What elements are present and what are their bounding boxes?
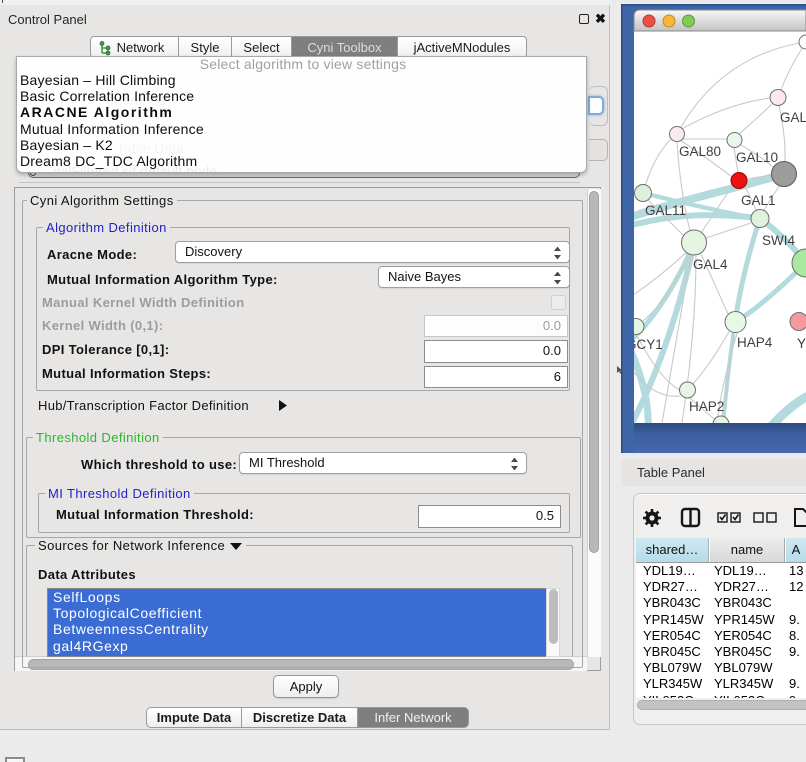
- svg-text:SWI4: SWI4: [762, 233, 795, 248]
- svg-text:GAL: GAL: [780, 110, 806, 125]
- svg-text:GAL1: GAL1: [741, 193, 776, 208]
- svg-text:GAL11: GAL11: [645, 203, 686, 218]
- svg-text:HAP4: HAP4: [737, 335, 773, 350]
- svg-text:HAP2: HAP2: [689, 399, 724, 414]
- svg-text:GAL4: GAL4: [693, 257, 728, 272]
- svg-text:GAL80: GAL80: [679, 144, 721, 159]
- svg-text:GAL10: GAL10: [736, 150, 778, 165]
- svg-text:Y: Y: [797, 336, 806, 351]
